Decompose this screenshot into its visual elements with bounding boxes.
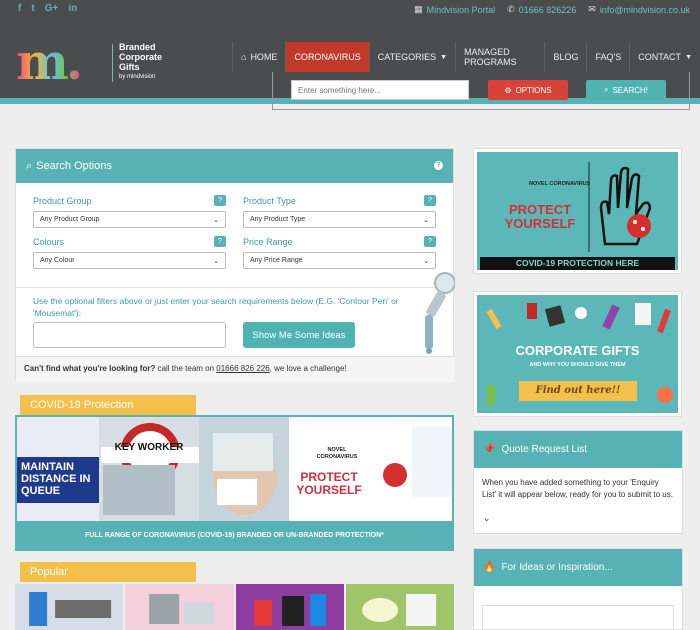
covid-banner[interactable]: MAINTAIN DISTANCE IN QUEUE KEY WORKER NO… [15,415,454,551]
magnifier-illustration [425,272,455,354]
search-icon: ⌕ [26,159,33,172]
linkedin-icon[interactable]: in [68,3,77,14]
top-bar: f t G+ in ▦ Mindvision Portal ✆ 01666 82… [0,0,700,20]
chevron-down-icon: ⌄ [213,257,219,265]
protect-yourself-text: PROTECT YOURSELF [504,202,576,231]
product-group-filter: Product Group ? Any Product Group ⌄ [33,195,226,228]
covid-section-tag: COVID-19 Protection [20,395,196,415]
quote-request-card: 📌 Quote Request List When you have added… [473,430,683,534]
search-icon: ⌕ [603,85,609,94]
social-links: f t G+ in [18,3,77,14]
covid-protection-link[interactable]: COVID-19 PROTECTION HERE [480,257,675,270]
logo-wordmark: Branded Corporate Gifts [119,42,163,72]
quote-request-body: When you have added something to your 'E… [482,478,673,499]
caret-down-icon: ▼ [685,53,692,61]
popular-tile[interactable] [15,584,124,630]
nav-coronavirus[interactable]: CORONAVIRUS [285,42,369,72]
corporate-gifts-card[interactable]: CORPORATE GIFTS AND WHY YOU SHOULD GIVE … [473,291,682,417]
search-options-panel: ⌕ Search Options ? Product Group ? Any P… [15,148,455,382]
pin-icon: 📌 [483,444,496,455]
nav-categories[interactable]: CATEGORIES ▼ [368,42,455,72]
divider [16,287,453,288]
protect-yourself-text: PROTECT YOURSELF [296,470,362,497]
logo-divider [112,44,113,82]
novel-coronavirus-text: NOVEL CORONAVIRUS [316,447,358,460]
show-ideas-button[interactable]: Show Me Some Ideas [243,322,355,348]
nav-home[interactable]: ⌂ HOME [232,42,285,72]
key-worker-text: KEY WORKER [114,442,184,453]
find-out-ribbon[interactable]: Find out here!! [519,381,637,401]
help-icon[interactable]: ? [434,161,443,170]
call-team-line: Can't find what you're looking for? call… [16,356,455,382]
covid-banner-image: MAINTAIN DISTANCE IN QUEUE KEY WORKER NO… [17,417,452,521]
search-options-header: ⌕ Search Options ? [16,149,453,183]
header-search: ⚙ OPTIONS ⌕ SEARCH! [272,72,690,110]
help-icon[interactable]: ? [214,236,226,247]
site-logo[interactable]: m. Branded Corporate Gifts by mindvision [16,32,176,91]
twitter-icon[interactable]: t [31,3,34,14]
protect-yourself-card[interactable]: NOVEL CORONAVIRUS PROTECT YOURSELF COVID… [473,148,682,274]
main-nav: ⌂ HOME CORONAVIRUS CATEGORIES ▼ MANAGED … [232,42,700,72]
contact-links: ▦ Mindvision Portal ✆ 01666 826226 ✉ inf… [414,4,690,15]
search-button[interactable]: ⌕ SEARCH! [586,80,666,100]
help-icon[interactable]: ? [424,236,436,247]
caret-down-icon: ▼ [440,53,448,61]
colours-filter: Colours ? Any Colour ⌄ [33,236,226,269]
facebook-icon[interactable]: f [18,3,21,14]
help-icon[interactable]: ? [214,195,226,206]
grid-icon: ▦ [414,4,423,14]
email-link[interactable]: ✉ info@mindvision.co.uk [588,4,690,15]
ideas-header: 🔥 For Ideas or Inspiration... [474,549,682,586]
price-range-select[interactable]: Any Price Range ⌄ [243,252,436,269]
popular-tile[interactable] [345,584,454,630]
protect-banner: NOVEL CORONAVIRUS PROTECT YOURSELF COVID… [477,152,678,270]
nav-faqs[interactable]: FAQ'S [586,42,629,72]
home-icon: ⌂ [241,52,247,62]
nav-contact[interactable]: CONTACT ▼ [629,42,700,72]
search-hint: Use the optional filters above or just e… [33,296,399,318]
logo-byline: by mindvision [119,74,156,80]
logo-mark: m. [16,32,83,91]
nav-managed-programs[interactable]: MANAGED PROGRAMS [455,42,544,72]
product-type-filter: Product Type ? Any Product Type ⌄ [243,195,436,228]
popular-section-tag: Popular [20,562,196,582]
maintain-distance-text: MAINTAIN DISTANCE IN QUEUE [21,461,91,497]
popular-tile[interactable] [125,584,234,630]
site-header: m. Branded Corporate Gifts by mindvision… [0,20,700,110]
product-type-select[interactable]: Any Product Type ⌄ [243,211,436,228]
options-button[interactable]: ⚙ OPTIONS [488,80,568,100]
envelope-icon: ✉ [588,4,596,14]
corporate-gifts-banner: CORPORATE GIFTS AND WHY YOU SHOULD GIVE … [477,295,678,413]
product-group-select[interactable]: Any Product Group ⌄ [33,211,226,228]
covid-caption: FULL RANGE OF CORONAVIRUS (COVID-19) BRA… [17,521,452,549]
chevron-down-icon[interactable]: ⌄ [483,513,491,524]
chevron-down-icon: ⌄ [213,216,219,224]
corporate-gifts-subtitle: AND WHY YOU SHOULD GIVE THEM [529,362,626,368]
corporate-gifts-title: CORPORATE GIFTS [515,343,640,358]
popular-row [15,584,454,630]
ideas-card: 🔥 For Ideas or Inspiration... [473,548,683,630]
chevron-down-icon: ⌄ [423,216,429,224]
fire-icon: 🔥 [483,562,496,573]
free-text-input[interactable] [33,322,226,348]
phone-link[interactable]: 01666 826 226 [216,364,269,373]
popular-tile[interactable] [235,584,344,630]
quote-request-header: 📌 Quote Request List [474,431,682,468]
search-options-title: Search Options [36,160,112,172]
phone-link[interactable]: ✆ 01666 826226 [507,4,576,15]
gear-icon: ⚙ [504,85,512,95]
novel-coronavirus-text: NOVEL CORONAVIRUS [529,181,591,187]
portal-link[interactable]: ▦ Mindvision Portal [414,4,495,15]
chevron-down-icon: ⌄ [423,257,429,265]
ideas-content-box [482,605,674,630]
google-plus-icon[interactable]: G+ [45,3,59,14]
price-range-filter: Price Range ? Any Price Range ⌄ [243,236,436,269]
colours-select[interactable]: Any Colour ⌄ [33,252,226,269]
search-input[interactable] [291,80,469,100]
phone-icon: ✆ [507,4,515,14]
help-icon[interactable]: ? [424,195,436,206]
filters: Product Group ? Any Product Group ⌄ Prod… [16,183,453,287]
nav-blog[interactable]: BLOG [544,42,586,72]
